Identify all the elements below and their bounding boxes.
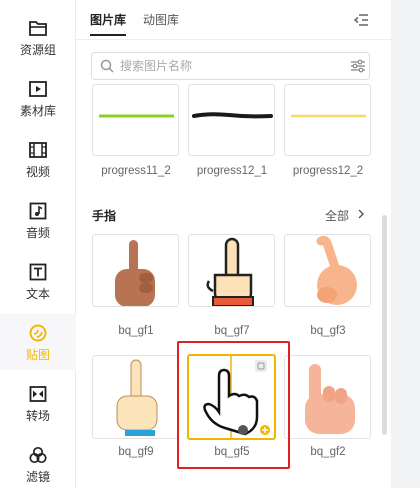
sidebar-item-label: 文本: [25, 286, 50, 301]
sidebar-item-transition[interactable]: 转场: [0, 375, 76, 431]
progress-line-thumbnail: [99, 114, 174, 118]
pointing-hand-pink-image: [305, 364, 355, 434]
pointing-hand-brown-image: [115, 240, 155, 306]
sidebar-item-audio[interactable]: 音频: [0, 192, 76, 248]
sticker-card-bq-gf1[interactable]: [92, 234, 179, 307]
sidebar-item-sticker[interactable]: 贴图: [0, 314, 76, 370]
sidebar-item-label: 滤镜: [25, 469, 50, 484]
active-tab-indicator: [90, 34, 126, 36]
sticker-icon: [29, 324, 47, 341]
transition-icon: [29, 385, 47, 402]
sticker-card-progress12-1[interactable]: [188, 84, 275, 156]
sidebar-item-text[interactable]: 文本: [0, 253, 76, 309]
sticker-card-bq-gf9[interactable]: [92, 355, 179, 439]
filter-icon: [29, 446, 47, 463]
text-t-icon: [29, 263, 47, 280]
filter-settings-icon[interactable]: [350, 59, 366, 73]
collapse-panel-icon[interactable]: [353, 13, 369, 27]
search-box: [91, 52, 370, 80]
sticker-caption: bq_gf2: [310, 446, 346, 458]
sidebar-item-resource-group[interactable]: 资源组: [0, 9, 76, 65]
sidebar-item-label: 贴图: [25, 347, 50, 362]
search-icon: [100, 59, 114, 73]
progress-line-thumbnail: [291, 114, 366, 118]
pointing-hand-cartoon-image: [206, 237, 254, 306]
sticker-card-bq-gf5[interactable]: [187, 354, 276, 440]
media-library-icon: [29, 80, 47, 97]
pointing-hand-light-image: [116, 359, 158, 436]
tab-gif-library[interactable]: 动图库: [143, 12, 179, 28]
chevron-right-icon[interactable]: [357, 209, 365, 219]
sticker-caption: bq_gf3: [310, 325, 346, 337]
sticker-card-progress11-2[interactable]: [92, 84, 179, 156]
section-title: 手指: [92, 209, 117, 223]
folder-icon: [29, 20, 47, 36]
sticker-panel: 图片库 动图库 搜索图片名称 progress11_2 progress12_1…: [76, 0, 391, 488]
sticker-card-progress12-2[interactable]: [284, 84, 371, 156]
sidebar-item-label: 资源组: [19, 42, 56, 57]
sticker-caption: progress11_2: [101, 165, 171, 177]
panel-scrollbar[interactable]: [382, 215, 387, 435]
sticker-card-bq-gf7[interactable]: [188, 234, 275, 307]
sidebar-item-label: 转场: [25, 408, 50, 423]
music-note-icon: [29, 202, 47, 219]
progress-line-thumbnail: [192, 112, 273, 119]
sticker-caption: bq_gf9: [118, 446, 154, 458]
sidebar-item-filter[interactable]: 滤镜: [0, 436, 76, 488]
sidebar-item-material-library[interactable]: 素材库: [0, 70, 76, 126]
film-icon: [29, 141, 47, 158]
sticker-caption: bq_gf7: [214, 325, 250, 337]
workspace-edge: [391, 0, 420, 488]
sticker-card-bq-gf3[interactable]: [284, 234, 371, 307]
sticker-caption: bq_gf5: [214, 446, 250, 458]
tab-bar: 图片库 动图库: [76, 0, 391, 40]
sidebar-item-label: 音频: [25, 225, 50, 240]
search-input[interactable]: [120, 57, 340, 75]
view-all-link[interactable]: 全部: [325, 207, 349, 224]
sidebar-item-label: 素材库: [19, 103, 56, 118]
sticker-caption: bq_gf1: [118, 325, 154, 337]
sidebar-item-video[interactable]: 视频: [0, 131, 76, 187]
sidebar: 资源组 素材库 视频 音频 文本 贴图 转场 滤镜: [0, 0, 76, 488]
pointing-hand-peach-image: [316, 235, 357, 305]
tab-image-library[interactable]: 图片库: [90, 12, 126, 28]
pointing-hand-outline-image: [203, 356, 270, 438]
sidebar-item-label: 视频: [25, 164, 50, 179]
sticker-card-bq-gf2[interactable]: [284, 355, 371, 439]
sticker-caption: progress12_2: [292, 165, 364, 177]
sticker-caption: progress12_1: [196, 165, 268, 177]
